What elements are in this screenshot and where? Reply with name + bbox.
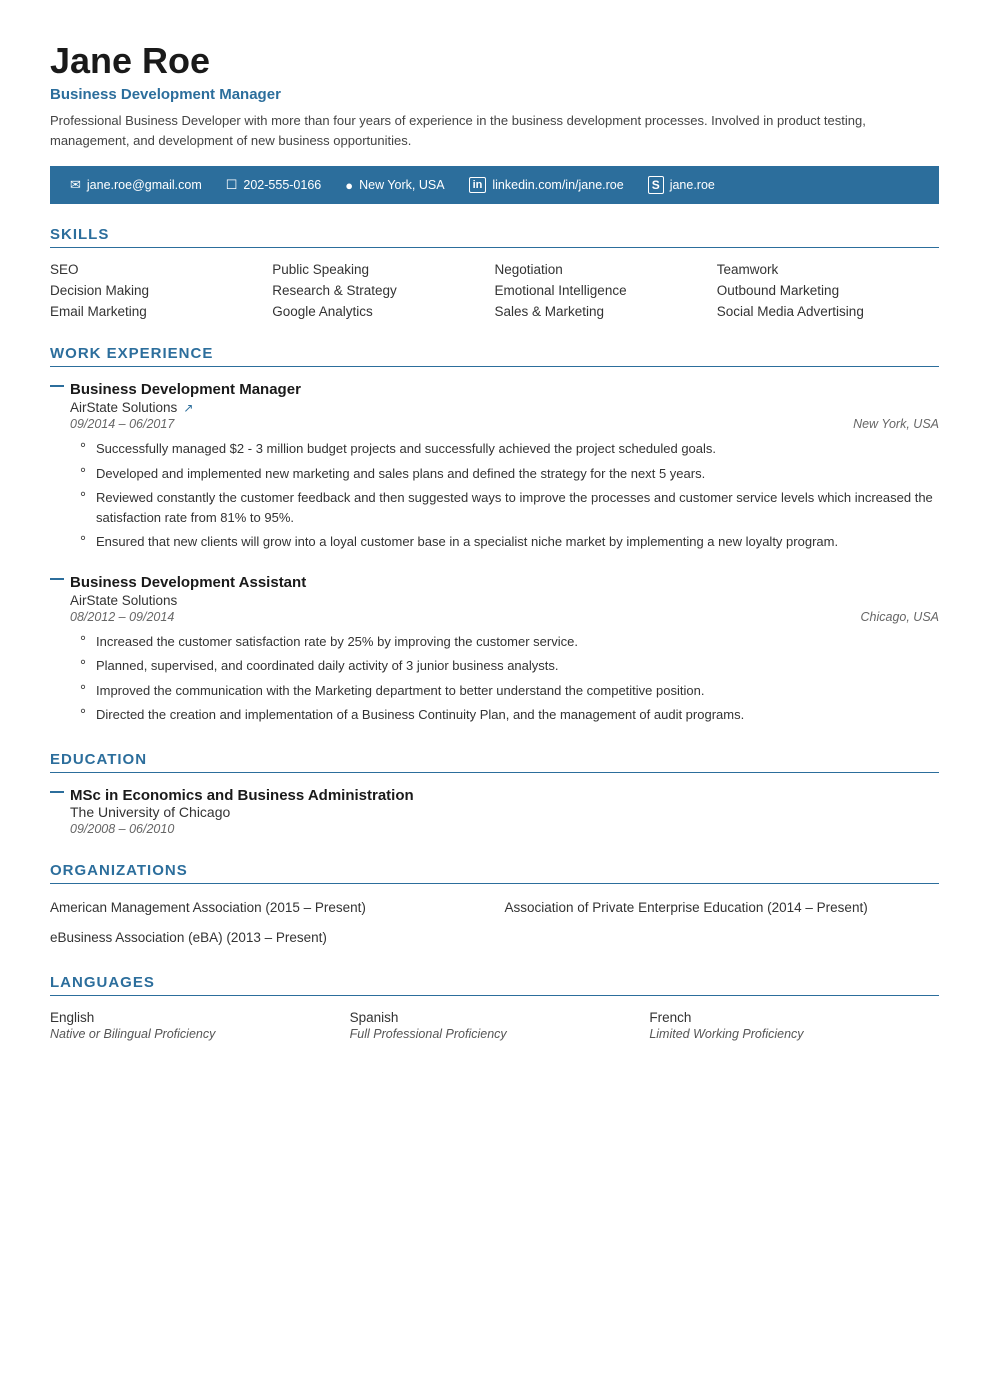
bullet-item: Successfully managed $2 - 3 million budg…	[80, 439, 939, 459]
company-line-2: AirState Solutions	[70, 593, 939, 608]
education-section-title: EDUCATION	[50, 751, 939, 773]
linkedin-icon: in	[469, 177, 487, 193]
contact-linkedin: in linkedin.com/in/jane.roe	[469, 177, 624, 193]
linkedin-value: linkedin.com/in/jane.roe	[492, 178, 623, 192]
job-location-2: Chicago, USA	[860, 610, 939, 624]
job-title-1: Business Development Manager	[70, 381, 939, 398]
skill-item: Research & Strategy	[272, 283, 494, 298]
skill-item: Emotional Intelligence	[495, 283, 717, 298]
bullet-item: Improved the communication with the Mark…	[80, 681, 939, 701]
candidate-title: Business Development Manager	[50, 86, 939, 103]
job-location-1: New York, USA	[853, 417, 939, 431]
email-value: jane.roe@gmail.com	[87, 178, 202, 192]
job-bullets-1: Successfully managed $2 - 3 million budg…	[70, 439, 939, 552]
bullet-item: Directed the creation and implementation…	[80, 705, 939, 725]
skill-item: Outbound Marketing	[717, 283, 939, 298]
language-level-1: Native or Bilingual Proficiency	[50, 1027, 340, 1041]
job-dates-1: 09/2014 – 06/2017	[70, 417, 174, 431]
job-item-1: Business Development Manager AirState So…	[50, 381, 939, 552]
contact-skype: S jane.roe	[648, 176, 715, 194]
language-item-2: Spanish Full Professional Proficiency	[350, 1010, 640, 1041]
skills-section: SKILLS SEO Public Speaking Negotiation T…	[50, 226, 939, 319]
language-level-3: Limited Working Proficiency	[649, 1027, 939, 1041]
languages-section-title: LANGUAGES	[50, 974, 939, 996]
skill-item: Email Marketing	[50, 304, 272, 319]
location-icon: ●	[345, 178, 353, 193]
work-experience-title: WORK EXPERIENCE	[50, 345, 939, 367]
edu-dates-1: 09/2008 – 06/2010	[70, 822, 939, 836]
edu-school-1: The University of Chicago	[70, 804, 939, 820]
edu-degree-1: MSc in Economics and Business Administra…	[70, 787, 939, 804]
language-name-2: Spanish	[350, 1010, 640, 1025]
language-item-1: English Native or Bilingual Proficiency	[50, 1010, 340, 1041]
bullet-item: Developed and implemented new marketing …	[80, 464, 939, 484]
job-item-2: Business Development Assistant AirState …	[50, 574, 939, 725]
bullet-item: Ensured that new clients will grow into …	[80, 532, 939, 552]
skill-item: Sales & Marketing	[495, 304, 717, 319]
org-item-2: Association of Private Enterprise Educat…	[505, 898, 940, 918]
job-dates-2: 08/2012 – 09/2014	[70, 610, 174, 624]
skill-item: Negotiation	[495, 262, 717, 277]
bullet-item: Increased the customer satisfaction rate…	[80, 632, 939, 652]
organizations-section: ORGANIZATIONS American Management Associ…	[50, 862, 939, 949]
company-name-1: AirState Solutions	[70, 400, 177, 415]
company-line-1: AirState Solutions ↗	[70, 400, 939, 415]
skype-icon: S	[648, 176, 664, 194]
language-name-3: French	[649, 1010, 939, 1025]
organizations-grid: American Management Association (2015 – …	[50, 898, 939, 949]
skype-value: jane.roe	[670, 178, 715, 192]
skills-grid: SEO Public Speaking Negotiation Teamwork…	[50, 262, 939, 319]
date-location-1: 09/2014 – 06/2017 New York, USA	[70, 417, 939, 431]
contact-email: ✉ jane.roe@gmail.com	[70, 177, 202, 193]
candidate-name: Jane Roe	[50, 40, 939, 82]
bullet-item: Planned, supervised, and coordinated dai…	[80, 656, 939, 676]
contact-bar: ✉ jane.roe@gmail.com ☐ 202-555-0166 ● Ne…	[50, 166, 939, 204]
organizations-section-title: ORGANIZATIONS	[50, 862, 939, 884]
org-item-3: eBusiness Association (eBA) (2013 – Pres…	[50, 928, 485, 948]
skill-item: Social Media Advertising	[717, 304, 939, 319]
skill-item: Google Analytics	[272, 304, 494, 319]
bullet-item: Reviewed constantly the customer feedbac…	[80, 488, 939, 527]
location-value: New York, USA	[359, 178, 444, 192]
company-name-2: AirState Solutions	[70, 593, 177, 608]
education-section: EDUCATION MSc in Economics and Business …	[50, 751, 939, 836]
date-location-2: 08/2012 – 09/2014 Chicago, USA	[70, 610, 939, 624]
skill-item: Teamwork	[717, 262, 939, 277]
contact-phone: ☐ 202-555-0166	[226, 177, 322, 193]
job-title-2: Business Development Assistant	[70, 574, 939, 591]
languages-grid: English Native or Bilingual Proficiency …	[50, 1010, 939, 1041]
phone-icon: ☐	[226, 177, 238, 193]
skill-item: SEO	[50, 262, 272, 277]
language-level-2: Full Professional Proficiency	[350, 1027, 640, 1041]
education-item-1: MSc in Economics and Business Administra…	[50, 787, 939, 836]
skill-item: Public Speaking	[272, 262, 494, 277]
work-experience-section: WORK EXPERIENCE Business Development Man…	[50, 345, 939, 725]
job-bullets-2: Increased the customer satisfaction rate…	[70, 632, 939, 725]
phone-value: 202-555-0166	[243, 178, 321, 192]
languages-section: LANGUAGES English Native or Bilingual Pr…	[50, 974, 939, 1041]
skill-item: Decision Making	[50, 283, 272, 298]
company-link-icon-1[interactable]: ↗	[183, 401, 193, 415]
email-icon: ✉	[70, 177, 81, 193]
contact-location: ● New York, USA	[345, 178, 444, 193]
candidate-summary: Professional Business Developer with mor…	[50, 111, 939, 150]
org-item-1: American Management Association (2015 – …	[50, 898, 485, 918]
language-name-1: English	[50, 1010, 340, 1025]
skills-section-title: SKILLS	[50, 226, 939, 248]
language-item-3: French Limited Working Proficiency	[649, 1010, 939, 1041]
